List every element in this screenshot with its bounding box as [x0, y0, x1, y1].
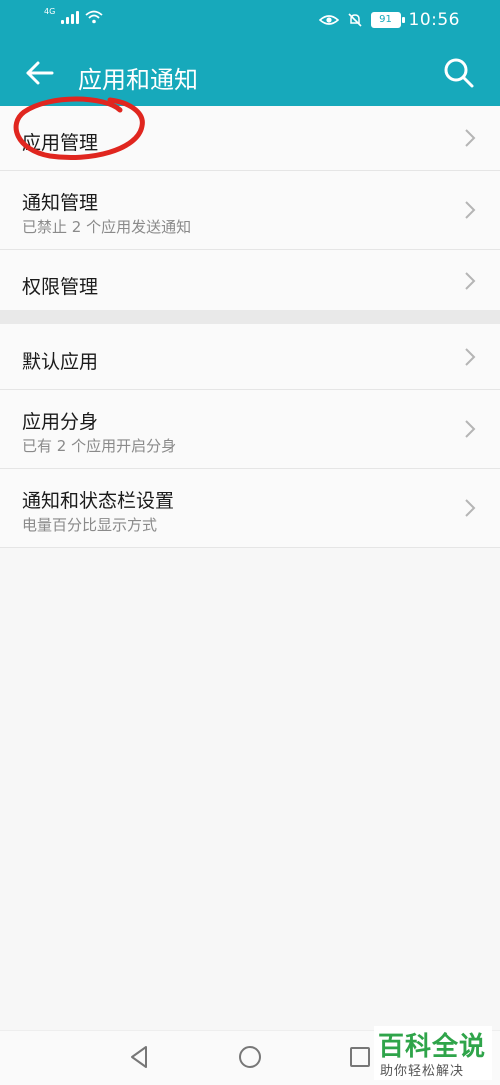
watermark-subtitle: 助你轻松解决 — [380, 1064, 465, 1079]
search-icon[interactable] — [442, 56, 476, 90]
status-time: 10:56 — [408, 10, 460, 30]
settings-item-subtitle: 已有 2 个应用开启分身 — [22, 437, 177, 455]
signal-icon — [61, 10, 80, 24]
settings-group-1: 应用管理 通知管理 已禁止 2 个应用发送通知 权限管理 — [0, 106, 500, 310]
status-left: 4G — [44, 7, 103, 24]
settings-item-app-twin[interactable]: 应用分身 已有 2 个应用开启分身 — [0, 390, 500, 469]
recents-square-icon[interactable] — [346, 1043, 374, 1071]
settings-item-default-apps[interactable]: 默认应用 — [0, 324, 500, 390]
top-bar: 4G 91 10:56 应用和通知 — [0, 0, 500, 106]
wifi-icon — [85, 10, 103, 24]
settings-item-notification-statusbar[interactable]: 通知和状态栏设置 电量百分比显示方式 — [0, 469, 500, 548]
chevron-right-icon — [465, 201, 476, 219]
network-type: 4G — [44, 7, 56, 16]
app-bar: 应用和通知 — [0, 40, 500, 106]
settings-item-label: 默认应用 — [22, 351, 99, 373]
home-circle-icon[interactable] — [236, 1043, 264, 1071]
watermark-logo: 百科全说 助你轻松解决 — [374, 1026, 492, 1080]
group-divider — [0, 310, 500, 324]
back-arrow-icon[interactable] — [22, 56, 56, 90]
status-right: 91 10:56 — [318, 10, 461, 30]
settings-item-label: 应用分身 — [22, 411, 99, 433]
chevron-right-icon — [465, 129, 476, 147]
chevron-right-icon — [465, 420, 476, 438]
settings-item-permission-management[interactable]: 权限管理 — [0, 250, 500, 311]
page-title: 应用和通知 — [78, 66, 198, 94]
chevron-right-icon — [465, 271, 476, 290]
back-triangle-icon[interactable] — [126, 1043, 154, 1071]
chevron-right-icon — [465, 347, 476, 366]
mute-icon — [347, 13, 362, 27]
battery-icon: 91 — [370, 12, 405, 28]
settings-item-notification-management[interactable]: 通知管理 已禁止 2 个应用发送通知 — [0, 171, 500, 250]
settings-item-label: 通知管理 — [22, 192, 99, 214]
eye-comfort-icon — [318, 15, 339, 25]
settings-item-subtitle: 已禁止 2 个应用发送通知 — [22, 218, 192, 236]
settings-group-2: 默认应用 应用分身 已有 2 个应用开启分身 通知和状态栏设置 电量百分比显示方… — [0, 324, 500, 548]
settings-item-subtitle: 电量百分比显示方式 — [22, 516, 158, 534]
settings-item-app-management[interactable]: 应用管理 — [0, 106, 500, 171]
chevron-right-icon — [465, 499, 476, 517]
settings-item-label: 权限管理 — [22, 276, 99, 298]
settings-item-label: 应用管理 — [22, 132, 99, 154]
status-bar: 4G 91 10:56 — [0, 0, 500, 40]
settings-item-label: 通知和状态栏设置 — [22, 490, 175, 512]
watermark-title: 百科全说 — [378, 1032, 487, 1062]
